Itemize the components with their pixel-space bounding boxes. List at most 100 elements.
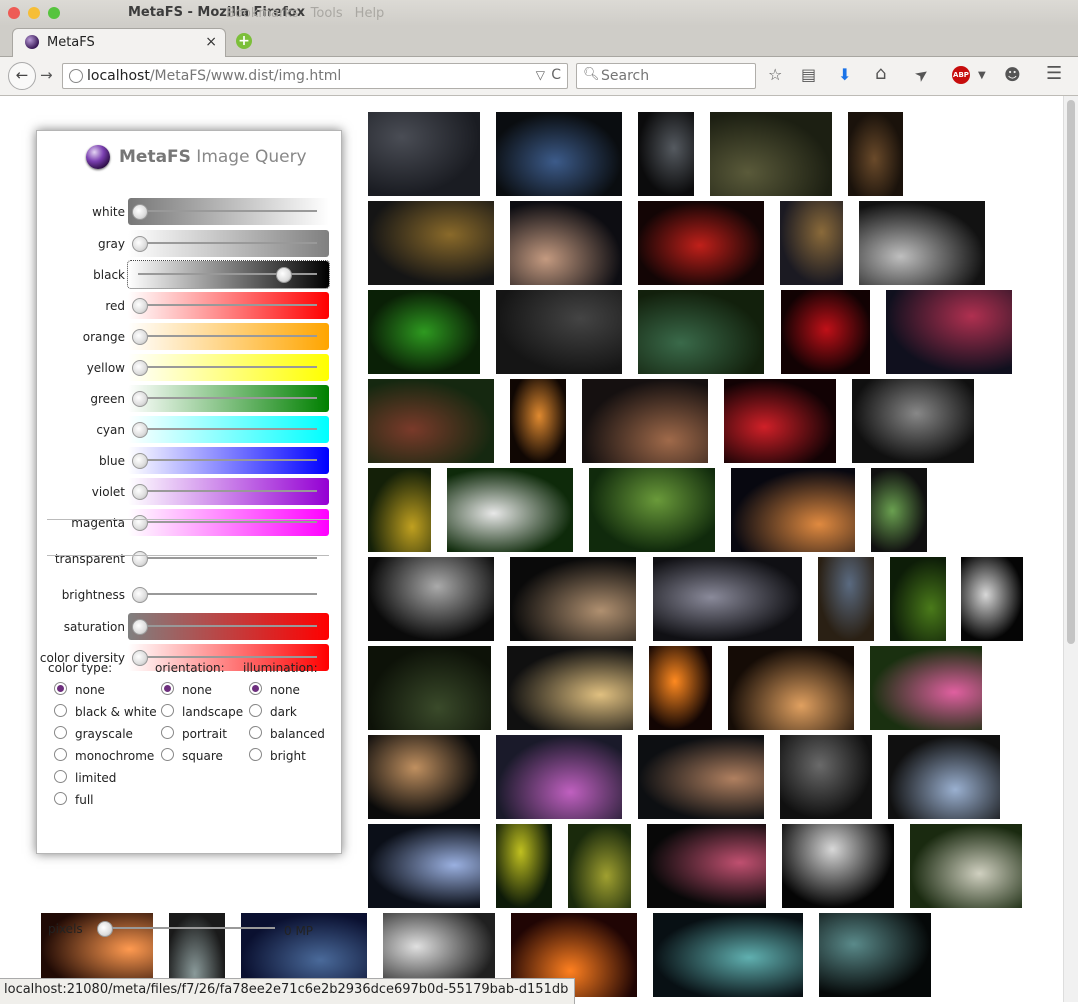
slider-orange[interactable] <box>128 323 329 350</box>
image-thumbnail[interactable] <box>780 735 872 819</box>
slider-knob-black[interactable] <box>276 267 292 283</box>
reading-list-icon[interactable]: ▤ <box>801 65 816 84</box>
close-window-button[interactable] <box>8 7 20 19</box>
orientation-option-label[interactable]: landscape <box>182 705 243 719</box>
download-icon[interactable]: ⬇ <box>838 65 851 84</box>
image-thumbnail[interactable] <box>368 735 480 819</box>
image-thumbnail[interactable] <box>368 824 480 908</box>
image-thumbnail[interactable] <box>852 379 974 463</box>
image-thumbnail[interactable] <box>780 201 843 285</box>
reload-icon[interactable]: C <box>551 67 561 83</box>
color-type-option-label[interactable]: none <box>75 683 105 697</box>
illumination-option-label[interactable]: balanced <box>270 727 325 741</box>
image-thumbnail[interactable] <box>728 646 854 730</box>
slider-yellow[interactable] <box>128 354 329 381</box>
slider-knob-violet[interactable] <box>132 484 148 500</box>
bookmark-star-icon[interactable]: ☆ <box>768 65 782 84</box>
slider-knob-yellow[interactable] <box>132 360 148 376</box>
slider-white[interactable] <box>128 198 329 225</box>
image-thumbnail[interactable] <box>731 468 855 552</box>
color-type-option-label[interactable]: grayscale <box>75 727 133 741</box>
image-thumbnail[interactable] <box>781 290 870 374</box>
image-thumbnail[interactable] <box>496 112 622 196</box>
image-thumbnail[interactable] <box>638 112 694 196</box>
image-thumbnail[interactable] <box>649 646 712 730</box>
slider-knob-transparent[interactable] <box>132 551 148 567</box>
color-type-option-label[interactable]: black & white <box>75 705 157 719</box>
illumination-option-label[interactable]: bright <box>270 749 306 763</box>
image-thumbnail[interactable] <box>653 913 803 997</box>
slider-knob-brightness[interactable] <box>132 587 148 603</box>
minimize-window-button[interactable] <box>28 7 40 19</box>
image-thumbnail[interactable] <box>890 557 946 641</box>
orientation-radio-3[interactable] <box>161 748 174 761</box>
history-dropdown-icon[interactable]: ▽ <box>536 68 545 82</box>
image-thumbnail[interactable] <box>368 557 494 641</box>
adblock-icon[interactable]: ABP <box>952 66 970 84</box>
slider-saturation[interactable] <box>128 613 329 640</box>
scrollbar-thumb[interactable] <box>1067 100 1075 644</box>
slider-green[interactable] <box>128 385 329 412</box>
search-box[interactable]: 🔍︎ <box>576 63 756 89</box>
slider-knob-color-diversity[interactable] <box>132 650 148 666</box>
color-type-radio-3[interactable] <box>54 748 67 761</box>
search-input[interactable] <box>599 67 753 85</box>
menu-help[interactable]: Help <box>355 6 385 21</box>
page-scrollbar[interactable] <box>1063 96 1078 1002</box>
illumination-radio-2[interactable] <box>249 726 262 739</box>
image-thumbnail[interactable] <box>368 646 491 730</box>
image-thumbnail[interactable] <box>568 824 631 908</box>
tab-metafs[interactable]: MetaFS × <box>12 28 226 57</box>
slider-brightness[interactable] <box>128 581 329 608</box>
orientation-radio-1[interactable] <box>161 704 174 717</box>
url-text[interactable]: localhost/MetaFS/www.dist/img.html <box>87 68 341 84</box>
image-thumbnail[interactable] <box>888 735 1000 819</box>
image-thumbnail[interactable] <box>447 468 573 552</box>
image-thumbnail[interactable] <box>368 290 480 374</box>
image-thumbnail[interactable] <box>510 201 622 285</box>
orientation-radio-2[interactable] <box>161 726 174 739</box>
orientation-option-label[interactable]: none <box>182 683 212 697</box>
slider-black[interactable] <box>127 260 330 289</box>
illumination-radio-1[interactable] <box>249 704 262 717</box>
image-thumbnail[interactable] <box>870 646 982 730</box>
adblock-dropdown-icon[interactable]: ▼ <box>978 70 986 81</box>
image-thumbnail[interactable] <box>510 379 566 463</box>
slider-knob-cyan[interactable] <box>132 422 148 438</box>
slider-violet[interactable] <box>128 478 329 505</box>
color-type-option-label[interactable]: limited <box>75 771 116 785</box>
slider-knob-blue[interactable] <box>132 453 148 469</box>
image-thumbnail[interactable] <box>724 379 836 463</box>
chat-icon[interactable]: ☻ <box>1004 65 1021 84</box>
illumination-radio-3[interactable] <box>249 748 262 761</box>
image-thumbnail[interactable] <box>368 468 431 552</box>
orientation-option-label[interactable]: square <box>182 749 223 763</box>
illumination-option-label[interactable]: none <box>270 683 300 697</box>
image-thumbnail[interactable] <box>961 557 1023 641</box>
slider-knob-gray[interactable] <box>132 236 148 252</box>
color-type-radio-2[interactable] <box>54 726 67 739</box>
orientation-radio-0[interactable] <box>161 682 174 695</box>
tab-close-icon[interactable]: × <box>205 34 217 50</box>
slider-knob-magenta[interactable] <box>132 515 148 531</box>
image-thumbnail[interactable] <box>910 824 1022 908</box>
slider-knob-saturation[interactable] <box>132 619 148 635</box>
color-type-option-label[interactable]: full <box>75 793 94 807</box>
image-thumbnail[interactable] <box>647 824 766 908</box>
image-thumbnail[interactable] <box>710 112 832 196</box>
slider-knob-orange[interactable] <box>132 329 148 345</box>
image-thumbnail[interactable] <box>871 468 927 552</box>
image-thumbnail[interactable] <box>638 290 764 374</box>
slider-red[interactable] <box>128 292 329 319</box>
image-thumbnail[interactable] <box>368 112 480 196</box>
illumination-option-label[interactable]: dark <box>270 705 297 719</box>
slider-blue[interactable] <box>128 447 329 474</box>
orientation-option-label[interactable]: portrait <box>182 727 227 741</box>
menu-bookmarks[interactable]: Bookmarks <box>226 6 299 21</box>
url-bar[interactable]: localhost/MetaFS/www.dist/img.html ▽ C <box>62 63 568 89</box>
slider-magenta[interactable] <box>128 509 329 536</box>
image-thumbnail[interactable] <box>819 913 931 997</box>
slider-cyan[interactable] <box>128 416 329 443</box>
pixels-slider[interactable] <box>97 915 275 942</box>
image-thumbnail[interactable] <box>886 290 1012 374</box>
